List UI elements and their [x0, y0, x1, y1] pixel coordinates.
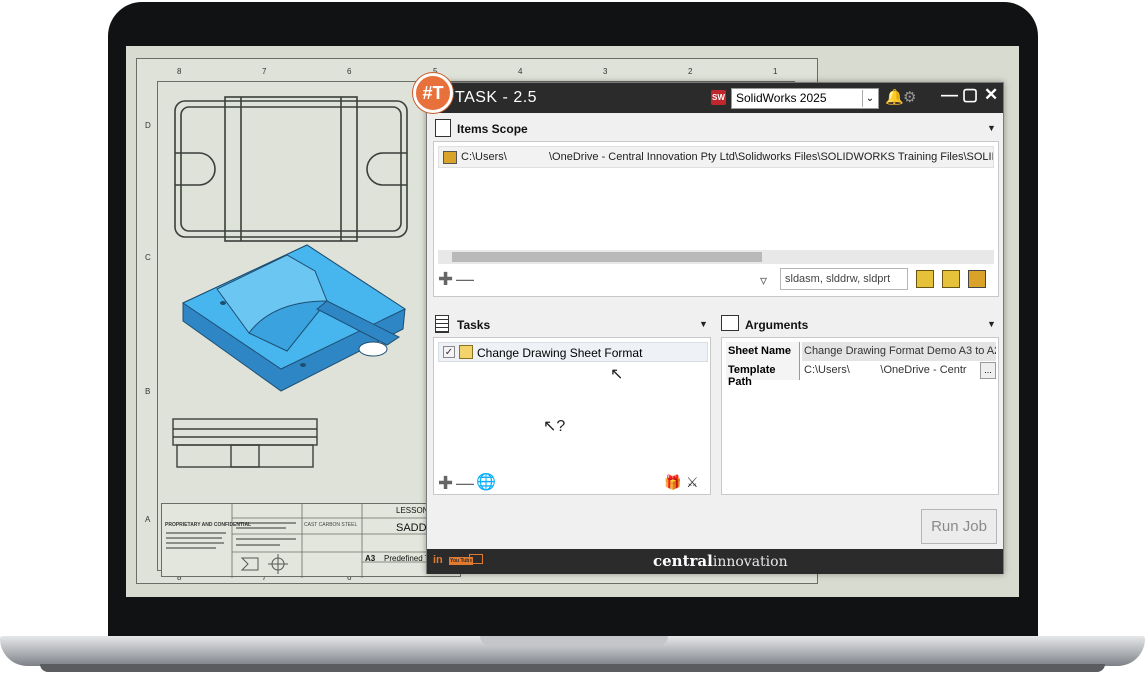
argument-value[interactable]: Change Drawing Format Demo A3 to A2 [802, 342, 996, 361]
zone-col-7: 7 [262, 67, 267, 76]
arguments-panel: Sheet Name Change Drawing Format Demo A3… [721, 337, 999, 495]
argument-value[interactable]: C:\Users\ \OneDrive - Centr [802, 361, 976, 380]
zone-col-3: 3 [603, 67, 608, 76]
tasks-heading: Tasks [457, 318, 491, 332]
zone-row-a: A [145, 515, 151, 524]
add-part-icon[interactable] [942, 270, 960, 288]
browse-button[interactable]: ... [980, 362, 996, 379]
proprietary-label: PROPRIETARY AND CONFIDENTIAL [165, 522, 252, 528]
bell-icon[interactable]: 🔔 [885, 88, 904, 106]
zone-col-6: 6 [347, 67, 352, 76]
zone-row-c: C [145, 253, 151, 262]
gear-icon[interactable]: ⚙ [903, 88, 916, 106]
brand-bold: central [653, 552, 713, 570]
help-pointer-icon: ↖? [543, 418, 566, 435]
file-type-filter-input[interactable]: sldasm, slddrw, sldprt [780, 268, 908, 290]
top-view-drawing [174, 96, 408, 242]
solidworks-icon: SW [711, 90, 726, 105]
version-select-value: SolidWorks 2025 [736, 91, 827, 105]
add-task-button[interactable]: ✚ [438, 474, 453, 492]
chevron-down-icon: ⌄ [862, 90, 877, 107]
clipboard-icon [435, 315, 449, 333]
add-folder-icon[interactable] [968, 270, 986, 288]
close-button[interactable]: ✕ [984, 85, 998, 105]
zone-col-4: 4 [518, 67, 523, 76]
task-library-icon[interactable]: 🎁 [664, 474, 681, 491]
sheet-size: A3 [365, 554, 376, 563]
globe-icon[interactable]: 🌐 [476, 472, 496, 492]
zone-row-d: D [145, 121, 151, 130]
folder-assembly-icon [443, 151, 457, 164]
scope-scrollbar-thumb[interactable] [452, 252, 762, 262]
task-window: TASK - 2.5 SW SolidWorks 2025 ⌄ 🔔 ⚙ — ▢ … [413, 73, 1004, 574]
scope-path-rest: \OneDrive - Central Innovation Pty Ltd\S… [549, 151, 994, 163]
mouse-pointer-icon: ↖ [610, 366, 624, 383]
laptop-shadow [40, 664, 1105, 672]
front-view-drawing [172, 418, 318, 468]
items-scope-heading: Items Scope [457, 122, 528, 136]
minimize-button[interactable]: — [941, 85, 958, 105]
title-bar[interactable]: TASK - 2.5 SW SolidWorks 2025 ⌄ 🔔 ⚙ — ▢ … [427, 83, 1003, 113]
isometric-model [181, 244, 407, 392]
title-block-grid [166, 504, 462, 578]
window-title: TASK - 2.5 [455, 89, 538, 106]
remove-task-button[interactable]: — [456, 474, 474, 492]
version-select[interactable]: SolidWorks 2025 ⌄ [731, 88, 879, 109]
argument-key: Sheet Name [726, 342, 800, 361]
remove-scope-button[interactable]: — [456, 270, 474, 288]
argument-key: Template Path [726, 361, 800, 388]
arguments-heading: Arguments [745, 318, 809, 332]
scope-path-user: C:\Users\ [461, 151, 507, 163]
task-logo: #T [413, 73, 453, 113]
zone-col-8: 8 [177, 67, 182, 76]
argument-row[interactable]: Template Path C:\Users\ \OneDrive - Cent… [726, 361, 996, 388]
material-label: CAST CARBON STEEL [304, 522, 358, 528]
run-job-button[interactable]: Run Job [921, 509, 997, 544]
task-icon [459, 345, 473, 359]
tasks-collapse-icon[interactable]: ▼ [699, 319, 708, 329]
linkedin-icon[interactable]: in [433, 554, 443, 566]
laptop-notch [480, 636, 668, 646]
zone-col-1: 1 [773, 67, 778, 76]
task-settings-icon[interactable]: ⚔ [686, 474, 699, 491]
add-assembly-icon[interactable] [916, 270, 934, 288]
argument-row[interactable]: Sheet Name Change Drawing Format Demo A3… [726, 342, 996, 361]
title-block: PROPRIETARY AND CONFIDENTIAL CAST CARBON… [161, 503, 462, 578]
brand-logo: centralinnovation [653, 552, 788, 570]
scope-scrollbar[interactable] [438, 250, 994, 264]
maximize-button[interactable]: ▢ [962, 85, 978, 105]
mail-icon[interactable]: mail [469, 554, 483, 564]
task-item[interactable]: ✓ Change Drawing Sheet Format [438, 342, 708, 362]
task-label: Change Drawing Sheet Format [477, 346, 643, 360]
zone-col-2: 2 [688, 67, 693, 76]
scope-path-row[interactable]: C:\Users\ \OneDrive - Central Innovation… [438, 146, 994, 168]
filter-icon: ▿ [760, 272, 768, 288]
task-checkbox[interactable]: ✓ [443, 346, 455, 358]
items-scope-collapse-icon[interactable]: ▼ [987, 123, 996, 133]
arguments-collapse-icon[interactable]: ▼ [987, 319, 996, 329]
items-scope-panel: C:\Users\ \OneDrive - Central Innovation… [433, 141, 999, 297]
tasks-panel: ✓ Change Drawing Sheet Format ✚ — 🌐 🎁 ⚔ [433, 337, 711, 495]
arguments-table: Sheet Name Change Drawing Format Demo A3… [726, 342, 996, 388]
document-icon [435, 119, 451, 137]
brand-light: innovation [712, 554, 788, 570]
zone-row-b: B [145, 387, 151, 396]
footer-bar: in You Tube mail centralinnovation [427, 549, 1003, 574]
arguments-icon [721, 315, 739, 331]
add-scope-button[interactable]: ✚ [438, 270, 453, 288]
